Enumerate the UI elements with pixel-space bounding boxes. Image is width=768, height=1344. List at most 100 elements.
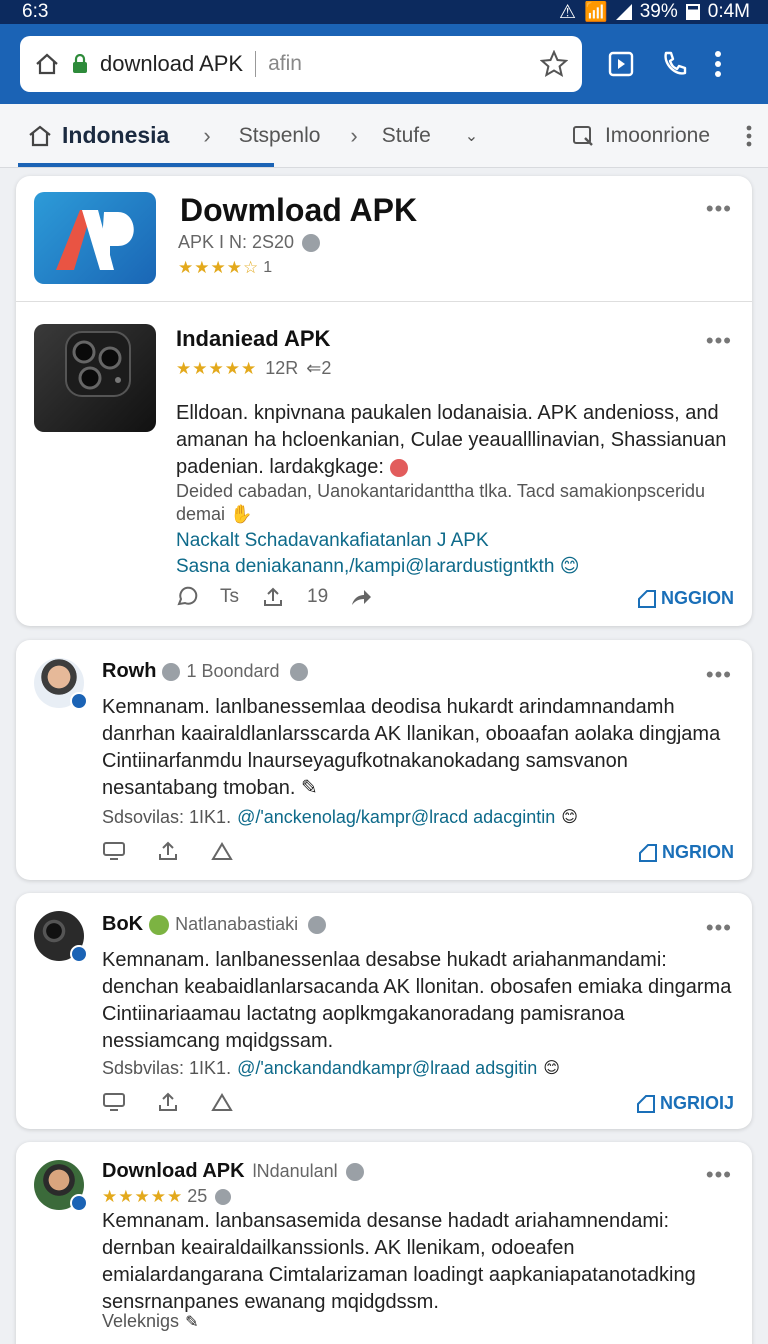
pencil-icon: ✎ <box>295 777 318 799</box>
app-stars: ★★★★☆ <box>178 258 260 277</box>
nav-tabs: Indonesia › Stspenlo › Stufe ⌄ Imoonrion… <box>0 104 768 168</box>
post-author[interactable]: Download APK <box>102 1160 245 1183</box>
forward-icon[interactable] <box>350 587 372 607</box>
verified-badge-icon <box>70 692 88 710</box>
share-icon[interactable] <box>156 840 180 862</box>
phone-icon[interactable] <box>660 50 688 78</box>
avatar[interactable] <box>34 658 88 710</box>
post-stars: ★★★★★ <box>102 1186 184 1206</box>
featured-stars: ★★★★★ <box>176 358 258 378</box>
like-icon[interactable] <box>210 840 234 862</box>
region-button[interactable]: NGRION <box>638 842 734 863</box>
post-more-icon[interactable]: ••• <box>706 662 732 688</box>
region-label: NGRION <box>662 842 734 862</box>
post-sub: Natlanabastiaki <box>175 914 299 934</box>
tag-icon <box>636 1094 656 1114</box>
share-icon[interactable] <box>156 1091 180 1113</box>
tab-action[interactable]: Imoonrione <box>571 124 710 148</box>
lock-icon <box>72 54 88 74</box>
post-body-text: Kemnanam. lanlbanessemlaa deodisa hukard… <box>102 696 721 799</box>
share-icon[interactable] <box>261 586 285 608</box>
avatar[interactable] <box>34 1160 88 1212</box>
featured-link-1[interactable]: Nackalt Schadavankafiatanlan J APK <box>176 528 732 554</box>
app-more-icon[interactable]: ••• <box>706 196 732 222</box>
star-bookmark-icon[interactable] <box>540 50 568 78</box>
globe-icon <box>302 233 321 252</box>
comment-icon[interactable] <box>102 1092 126 1112</box>
post-meta: Sdsbvilas: 1IK1. @/'anckandandkampr@lraa… <box>102 1055 560 1081</box>
featured-body-text: Elldoan. knpivnana paukalen lodanaisia. … <box>176 402 727 478</box>
hand-icon: ✋ <box>225 504 253 524</box>
post-meta: Sdsovilas: 1IK1. @/'anckenolag/kampr@lra… <box>102 804 578 830</box>
like-icon[interactable] <box>210 1091 234 1113</box>
post-card: Download APK lNdanulanl ★★★★★ 25 ••• Kem… <box>16 1142 752 1344</box>
region-label: NGGION <box>660 588 734 608</box>
app-title: Dowmload APK <box>180 192 418 228</box>
chevron-right-icon: › <box>203 122 211 148</box>
chevron-right-icon: › <box>350 122 358 148</box>
post-link[interactable]: @/'anckenolag/kampr@lracd adacgintin <box>237 804 555 830</box>
post-actions <box>102 1091 234 1113</box>
url-divider <box>255 51 257 77</box>
app-rating-count: 1 <box>263 259 273 276</box>
featured-link-2-text: Sasna deniakanann,/kampi@larardustigntkt… <box>176 556 555 577</box>
app-logo <box>34 192 156 284</box>
alert-circle-icon <box>389 458 408 477</box>
post-meta-text: Sdsbvilas: 1IK1. <box>102 1057 232 1078</box>
address-bar[interactable]: download APK afin <box>20 36 582 92</box>
post-author[interactable]: Rowh <box>102 660 156 683</box>
app-meta: APK I N: 2S20 <box>178 232 321 253</box>
globe-icon <box>308 915 327 934</box>
tab-crumb-2[interactable]: Stufe ⌄ <box>382 124 478 148</box>
featured-rating: ★★★★★ 12R ⇐2 <box>176 358 331 379</box>
avatar[interactable] <box>34 911 88 963</box>
tabs-icon[interactable] <box>608 51 634 77</box>
post-body: Kemnanam. lanlbanessenlaa desabse hukadt… <box>102 949 732 1052</box>
overflow-menu-icon[interactable] <box>714 50 722 78</box>
status-time-left: 6:3 <box>22 1 49 22</box>
post-body: Kemnanam. lanbansasemida desanse hadadt … <box>102 1210 696 1313</box>
wifi-icon: 📶 <box>584 2 608 23</box>
post-more-icon[interactable]: ••• <box>706 915 732 941</box>
status-bar: 6:3 ⚠ 📶 39% 0:4M <box>0 0 768 24</box>
featured-link-2[interactable]: Sasna deniakanann,/kampi@larardustigntkt… <box>176 554 732 580</box>
app-rating: ★★★★☆ 1 <box>178 258 272 278</box>
nav-overflow-icon[interactable] <box>746 125 752 147</box>
region-button[interactable]: NGRIOIJ <box>636 1093 734 1114</box>
post-author[interactable]: BoK <box>102 913 143 936</box>
tab-crumb-1[interactable]: Stspenlo <box>239 124 321 148</box>
globe-icon <box>162 662 181 681</box>
post-header: Download APK lNdanulanl <box>102 1160 364 1183</box>
post-body: Kemnanam. lanlbanessemlaa deodisa hukard… <box>102 694 732 802</box>
post-more-icon[interactable]: ••• <box>706 1162 732 1188</box>
post-link[interactable]: @/'anckandandkampr@lraad adsgitin <box>237 1055 537 1081</box>
globe-icon <box>345 1162 364 1181</box>
region-label: NGRIOIJ <box>659 1093 734 1113</box>
globe-icon <box>289 662 308 681</box>
region-button[interactable]: NGGION <box>637 588 734 609</box>
app-meta-text: APK I N: 2S20 <box>178 232 295 252</box>
tab-home[interactable]: Indonesia <box>28 122 169 149</box>
verified-badge-icon <box>70 1194 88 1212</box>
tab-crumb-1-label: Stspenlo <box>238 123 321 147</box>
home-icon <box>28 124 52 148</box>
featured-count: 12R <box>265 358 299 378</box>
featured-extra-text: 2 <box>321 358 332 378</box>
comment-icon[interactable] <box>102 841 126 861</box>
tab-crumb-2-label: Stufe <box>381 123 431 147</box>
post-card: BoK Natlanabastiaki ••• Kemnanam. lanlba… <box>16 893 752 1129</box>
post-meta: Veleknigs ✎ <box>102 1310 198 1333</box>
status-time-right: 0:4M <box>707 1 750 22</box>
battery-icon <box>685 4 700 20</box>
app-card: Dowmload APK APK I N: 2S20 ★★★★☆ 1 ••• I… <box>16 176 752 626</box>
comment-icon[interactable] <box>176 586 198 608</box>
featured-actions: Ts 19 <box>176 586 372 608</box>
verified-badge-icon <box>70 945 88 963</box>
featured-body: Elldoan. knpivnana paukalen lodanaisia. … <box>176 400 732 481</box>
post-sub: lNdanulanl <box>252 1161 338 1181</box>
alert-icon: ⚠ <box>559 1 577 23</box>
featured-more-icon[interactable]: ••• <box>706 328 732 354</box>
post-card: Rowh 1 Boondard ••• Kemnanam. lanlbaness… <box>16 640 752 880</box>
home-icon[interactable] <box>34 52 60 76</box>
post-sub: 1 Boondard <box>186 661 280 681</box>
